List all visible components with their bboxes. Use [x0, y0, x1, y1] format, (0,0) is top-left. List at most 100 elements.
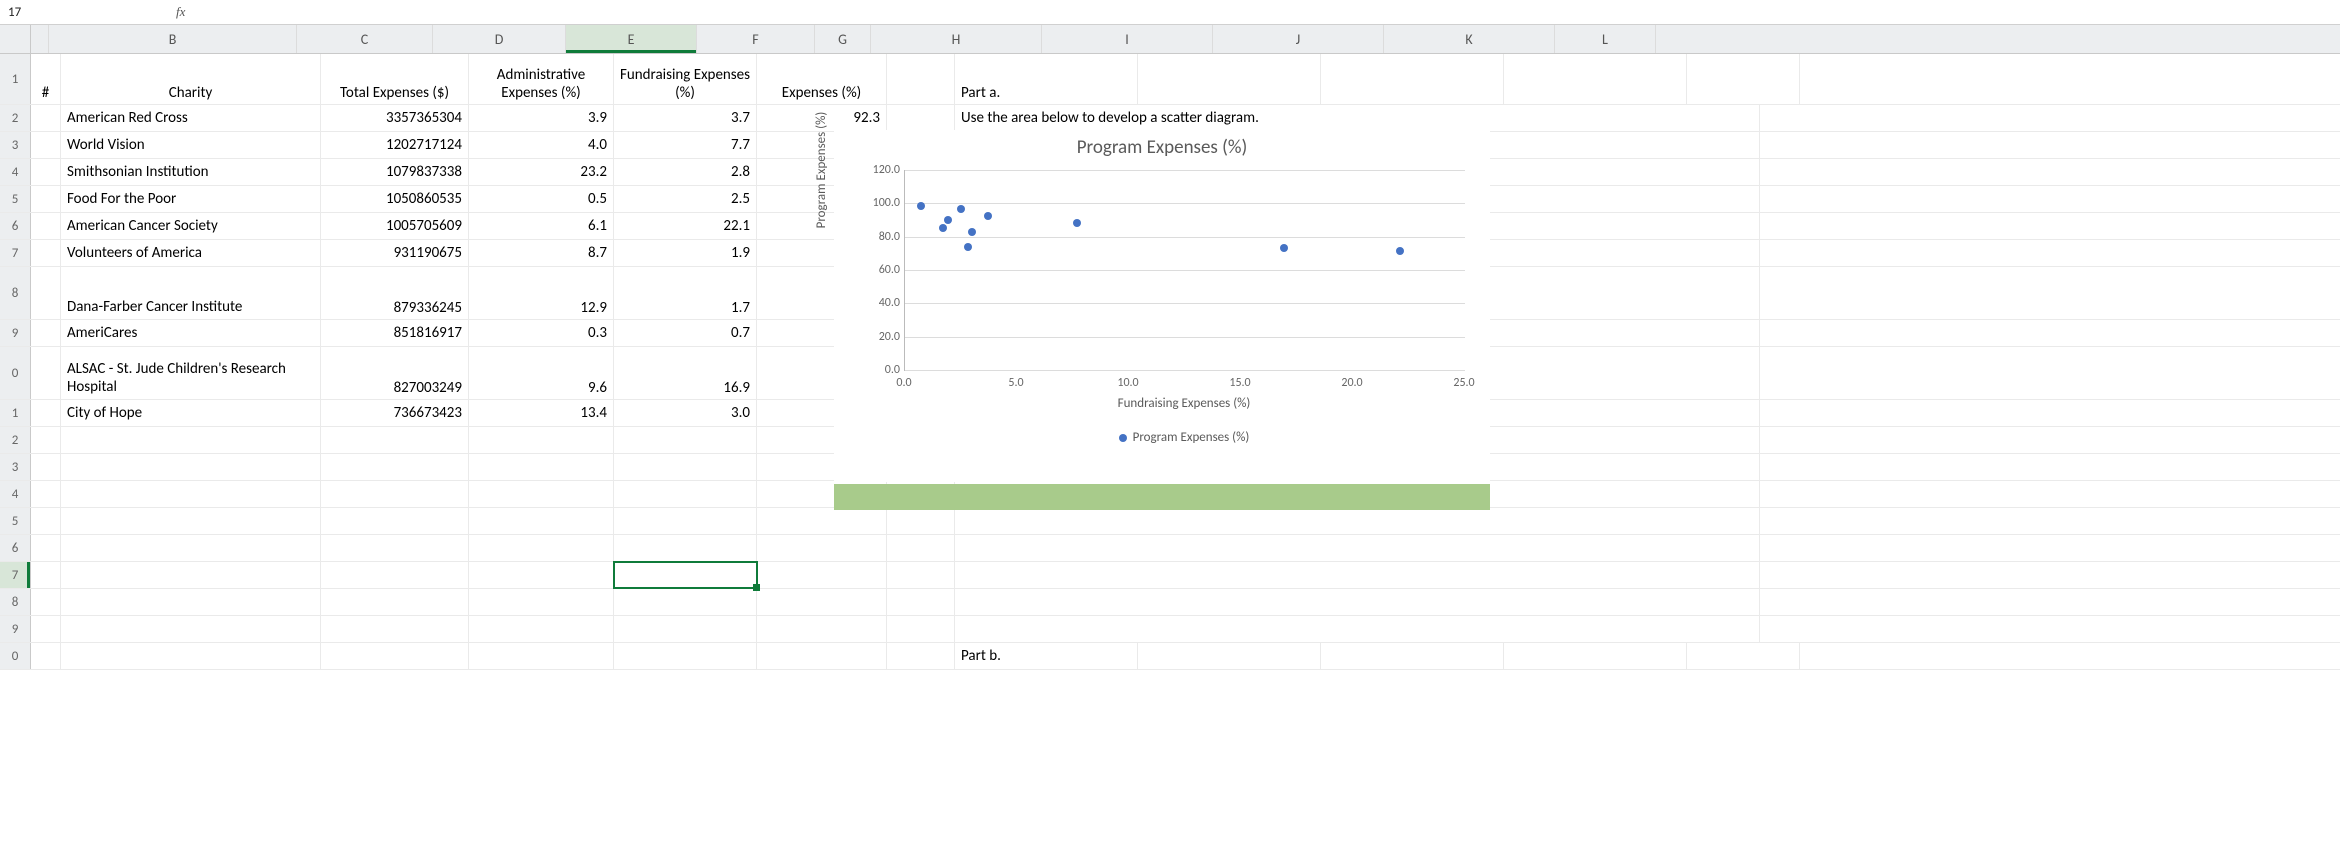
- cell-H18[interactable]: [955, 589, 1647, 615]
- cell-G17[interactable]: [887, 562, 955, 588]
- chart-data-point[interactable]: [964, 243, 972, 251]
- cell-C16[interactable]: [321, 535, 469, 561]
- cell-L15[interactable]: [1647, 508, 1760, 534]
- highlighted-range[interactable]: [834, 484, 1490, 510]
- cell-L14[interactable]: [1647, 481, 1760, 507]
- cell-D3[interactable]: 4.0: [469, 132, 614, 158]
- row-header-17[interactable]: 7: [0, 562, 31, 588]
- cell-A10[interactable]: [31, 347, 61, 399]
- row-header-15[interactable]: 5: [0, 508, 31, 534]
- cell-F18[interactable]: [757, 589, 887, 615]
- cell-L16[interactable]: [1647, 535, 1760, 561]
- cell-C1[interactable]: Total Expenses ($): [321, 54, 469, 104]
- cell-E10[interactable]: 16.9: [614, 347, 757, 399]
- select-all-corner[interactable]: [0, 25, 31, 53]
- cell-A17[interactable]: [31, 562, 61, 588]
- cell-E2[interactable]: 3.7: [614, 105, 757, 131]
- cell-B2[interactable]: American Red Cross: [61, 105, 321, 131]
- cell-G16[interactable]: [887, 535, 955, 561]
- cell-I20[interactable]: [1138, 643, 1321, 669]
- cell-B20[interactable]: [61, 643, 321, 669]
- cell-A7[interactable]: [31, 240, 61, 266]
- cell-B7[interactable]: Volunteers of America: [61, 240, 321, 266]
- cell-E7[interactable]: 1.9: [614, 240, 757, 266]
- cell-G15[interactable]: [887, 508, 955, 534]
- cell-E6[interactable]: 22.1: [614, 213, 757, 239]
- cell-L12[interactable]: [1647, 427, 1760, 453]
- chart-data-point[interactable]: [917, 202, 925, 210]
- cell-E5[interactable]: 2.5: [614, 186, 757, 212]
- row-header-16[interactable]: 6: [0, 535, 31, 561]
- col-header-G[interactable]: G: [815, 25, 871, 53]
- cell-B18[interactable]: [61, 589, 321, 615]
- cell-E14[interactable]: [614, 481, 757, 507]
- cell-A4[interactable]: [31, 159, 61, 185]
- col-header-H[interactable]: H: [871, 25, 1042, 53]
- cell-C15[interactable]: [321, 508, 469, 534]
- row-header-19[interactable]: 9: [0, 616, 31, 642]
- row-header-14[interactable]: 4: [0, 481, 31, 507]
- row-header-8[interactable]: 8: [0, 267, 31, 319]
- cell-E15[interactable]: [614, 508, 757, 534]
- cell-B8[interactable]: Dana-Farber Cancer Institute: [61, 267, 321, 319]
- cell-A12[interactable]: [31, 427, 61, 453]
- chart-data-point[interactable]: [984, 212, 992, 220]
- cell-F15[interactable]: [757, 508, 887, 534]
- cell-D7[interactable]: 8.7: [469, 240, 614, 266]
- col-header-B[interactable]: B: [49, 25, 297, 53]
- chart-data-point[interactable]: [957, 205, 965, 213]
- cell-D4[interactable]: 23.2: [469, 159, 614, 185]
- cell-B16[interactable]: [61, 535, 321, 561]
- cell-D16[interactable]: [469, 535, 614, 561]
- cell-A2[interactable]: [31, 105, 61, 131]
- cell-L8[interactable]: [1647, 267, 1760, 319]
- cell-L17[interactable]: [1647, 562, 1760, 588]
- cell-L5[interactable]: [1647, 186, 1760, 212]
- row-header-9[interactable]: 9: [0, 320, 31, 346]
- row-header-3[interactable]: 3: [0, 132, 31, 158]
- cell-G2[interactable]: [887, 105, 955, 131]
- row-header-7[interactable]: 7: [0, 240, 31, 266]
- cell-E18[interactable]: [614, 589, 757, 615]
- cell-H1[interactable]: Part a.: [955, 54, 1138, 104]
- cell-C7[interactable]: 931190675: [321, 240, 469, 266]
- row-header-11[interactable]: 1: [0, 400, 31, 426]
- cell-G1[interactable]: [887, 54, 955, 104]
- cell-C12[interactable]: [321, 427, 469, 453]
- cell-J20[interactable]: [1321, 643, 1504, 669]
- cell-A14[interactable]: [31, 481, 61, 507]
- cell-C6[interactable]: 1005705609: [321, 213, 469, 239]
- cell-A13[interactable]: [31, 454, 61, 480]
- cell-H16[interactable]: [955, 535, 1647, 561]
- col-header-L[interactable]: L: [1555, 25, 1656, 53]
- row-header-4[interactable]: 4: [0, 159, 31, 185]
- cell-F19[interactable]: [757, 616, 887, 642]
- cell-I1[interactable]: [1138, 54, 1321, 104]
- cell-B1[interactable]: Charity: [61, 54, 321, 104]
- cell-B4[interactable]: Smithsonian Institution: [61, 159, 321, 185]
- cell-B17[interactable]: [61, 562, 321, 588]
- cell-L10[interactable]: [1647, 347, 1760, 399]
- cell-A5[interactable]: [31, 186, 61, 212]
- cell-A11[interactable]: [31, 400, 61, 426]
- cell-C5[interactable]: 1050860535: [321, 186, 469, 212]
- cell-L1[interactable]: [1687, 54, 1800, 104]
- cell-L3[interactable]: [1647, 132, 1760, 158]
- chart-data-point[interactable]: [1396, 247, 1404, 255]
- col-header-I[interactable]: I: [1042, 25, 1213, 53]
- cell-D18[interactable]: [469, 589, 614, 615]
- cell-A20[interactable]: [31, 643, 61, 669]
- cell-G19[interactable]: [887, 616, 955, 642]
- row-header-1[interactable]: 1: [0, 54, 31, 104]
- cell-C9[interactable]: 851816917: [321, 320, 469, 346]
- cell-E17[interactable]: [614, 562, 757, 588]
- cell-B13[interactable]: [61, 454, 321, 480]
- cell-C8[interactable]: 879336245: [321, 267, 469, 319]
- col-header-E[interactable]: E: [566, 25, 697, 53]
- cell-A16[interactable]: [31, 535, 61, 561]
- cell-C10[interactable]: 827003249: [321, 347, 469, 399]
- cell-C20[interactable]: [321, 643, 469, 669]
- cell-F20[interactable]: [757, 643, 887, 669]
- chart-data-point[interactable]: [968, 228, 976, 236]
- chart-data-point[interactable]: [944, 216, 952, 224]
